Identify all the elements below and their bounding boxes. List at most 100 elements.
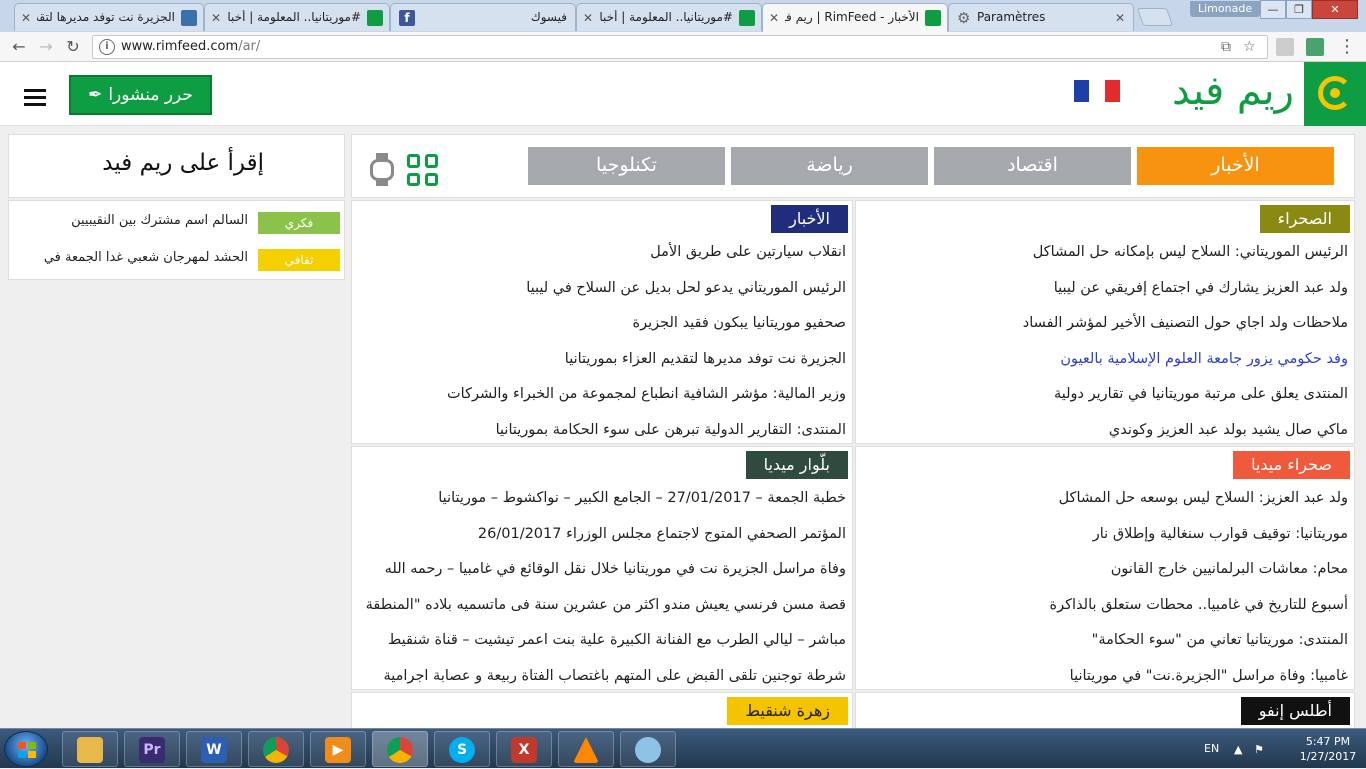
panel-title[interactable]: صحراء ميديا: [1233, 451, 1350, 479]
tab-close-icon[interactable]: ✕: [769, 11, 779, 25]
taskbar-explorer[interactable]: [62, 731, 118, 767]
hamburger-menu-icon[interactable]: [24, 89, 46, 107]
news-link[interactable]: المؤتمر الصحفي المتوج لاجتماع مجلس الوزر…: [358, 521, 846, 557]
taskbar-app-x[interactable]: X: [496, 731, 552, 767]
tab-close-icon[interactable]: ✕: [1115, 11, 1125, 25]
french-flag-icon[interactable]: [1074, 80, 1120, 102]
extension-icon[interactable]: [1276, 38, 1294, 56]
news-link[interactable]: أسبوع للتاريخ في غامبيا.. محطات ستعلق با…: [862, 592, 1348, 628]
category-tag[interactable]: فكري: [258, 212, 340, 234]
grid-view-icon[interactable]: [407, 154, 439, 186]
news-link[interactable]: قصة مسن فرنسي يعيش مندو اكثر من عشرين سن…: [358, 592, 846, 628]
taskbar-chrome[interactable]: [248, 731, 304, 767]
premiere-icon: Pr: [139, 737, 165, 763]
tab-economy[interactable]: اقتصاد: [934, 147, 1131, 185]
panel-title[interactable]: بلّوار ميديا: [745, 451, 848, 479]
tab-sports[interactable]: رياضة: [731, 147, 928, 185]
list-item[interactable]: ثقافي الحشد لمهرجان شعبي غدا الجمعة في: [9, 244, 344, 274]
flag-tray-icon[interactable]: ⚑: [1254, 743, 1264, 756]
panel-title[interactable]: أطلس إنفو: [1240, 697, 1350, 725]
taskbar-skype[interactable]: S: [434, 731, 490, 767]
tab-title: الأخبار - RimFeed | ريم فيد: [785, 10, 919, 24]
news-link[interactable]: موريتانيا: توقيف قوارب سنغالية وإطلاق نا…: [862, 521, 1348, 557]
news-link[interactable]: المنتدى يعلق على مرتبة موريتانيا في تقار…: [862, 381, 1348, 417]
tab-parametres[interactable]: ⚙ Paramètres ✕: [948, 3, 1134, 31]
news-link[interactable]: الرئيس الموريتاني: السلاح ليس بإمكانه حل…: [862, 239, 1348, 275]
folder-icon: [77, 737, 103, 763]
taskbar-vlc[interactable]: [558, 731, 614, 767]
tab-mauritania-2[interactable]: #موريتانيا.. المعلومة | أخبار # ✕: [576, 3, 762, 31]
forward-arrow-icon[interactable]: →: [35, 36, 57, 58]
close-window-button[interactable]: ✕: [1312, 0, 1358, 19]
maximize-button[interactable]: ❐: [1286, 0, 1312, 19]
news-link[interactable]: وفد حكومي يزور جامعة العلوم الإسلامية با…: [862, 346, 1348, 382]
news-list: خطبة الجمعة – 27/01/2017 – الجامع الكبير…: [358, 485, 846, 698]
url-text[interactable]: www.rimfeed.com/ar/: [121, 39, 260, 54]
news-link[interactable]: محام: معاشات البرلمانيين خارج القانون: [862, 556, 1348, 592]
profile-badge[interactable]: Limonade: [1190, 1, 1261, 17]
tray-arrow-icon[interactable]: ▲: [1234, 743, 1242, 756]
category-tag[interactable]: ثقافي: [258, 249, 340, 271]
tab-title: الجزيرة نت توفد مديرها لتقديم: [37, 10, 175, 24]
tab-close-icon[interactable]: ✕: [21, 11, 31, 25]
panel-title[interactable]: زهرة شنقيط: [727, 697, 848, 725]
tab-close-icon[interactable]: ✕: [211, 11, 221, 25]
category-bar: الأخبار اقتصاد رياضة تكنلوجيا: [351, 134, 1355, 198]
info-icon[interactable]: i: [99, 39, 115, 55]
tab-aljazeera[interactable]: الجزيرة نت توفد مديرها لتقديم ✕: [14, 3, 204, 31]
news-link[interactable]: المنتدى: موريتانيا تعاني من "سوء الحكامة…: [862, 627, 1348, 663]
rimfeed-logo-icon[interactable]: [1304, 62, 1366, 126]
news-link[interactable]: ولد عبد العزيز: السلاح ليس بوسعه حل المش…: [862, 485, 1348, 521]
taskbar-media[interactable]: ▶: [310, 731, 366, 767]
news-link[interactable]: وزير المالية: مؤشر الشافية انطباع لمجموع…: [358, 381, 846, 417]
news-link[interactable]: الجزيرة نت توفد مديرها لتقديم العزاء بمو…: [358, 346, 846, 382]
watch-face: [370, 159, 394, 181]
item-text[interactable]: الحشد لمهرجان شعبي غدا الجمعة في: [44, 250, 248, 265]
news-link[interactable]: وفاة مراسل الجزيرة نت في موريتانيا خلال …: [358, 556, 846, 592]
site-logo-text[interactable]: ريم فيد: [1172, 68, 1295, 114]
site-header: ريم فيد حرر منشورا ✒: [0, 62, 1366, 126]
new-tab-button[interactable]: [1136, 8, 1174, 26]
news-link[interactable]: انقلاب سيارتين على طريق الأمل: [358, 239, 846, 275]
news-link[interactable]: ولد عبد العزيز يشارك في اجتماع إفريقي عن…: [862, 275, 1348, 311]
write-post-button[interactable]: حرر منشورا ✒: [69, 75, 212, 115]
list-item[interactable]: فكري السالم اسم مشترك بين النقيبيين: [9, 207, 344, 237]
news-link[interactable]: مباشر – ليالي الطرب مع الفنانة الكبيرة ع…: [358, 627, 846, 663]
item-text[interactable]: السالم اسم مشترك بين النقيبيين: [71, 213, 248, 228]
tab-news[interactable]: الأخبار: [1137, 147, 1334, 185]
page-content: ريم فيد حرر منشورا ✒ إقرأ على ريم فيد فك…: [0, 62, 1366, 728]
tab-title: Paramètres: [977, 10, 1046, 24]
minimize-button[interactable]: —: [1260, 0, 1286, 19]
system-clock[interactable]: 5:47 PM 1/27/2017: [1290, 734, 1366, 764]
logo-pane: [28, 742, 36, 749]
menu-dots-icon[interactable]: ⋮: [1336, 36, 1358, 58]
panel-title[interactable]: الصحراء: [1259, 205, 1350, 233]
tab-facebook[interactable]: f فيسوك: [390, 3, 576, 31]
tab-mauritania-1[interactable]: #موريتانيا.. المعلومة | أخبار #م ✕: [204, 3, 390, 31]
news-link[interactable]: صحفيو موريتانيا يبكون فقيد الجزيرة: [358, 310, 846, 346]
extension-icon[interactable]: [1306, 38, 1324, 56]
translate-icon[interactable]: ⧉: [1221, 39, 1231, 55]
address-bar[interactable]: i www.rimfeed.com/ar/ ⧉ ☆: [92, 35, 1268, 59]
taskbar-premiere[interactable]: Pr: [124, 731, 180, 767]
back-arrow-icon[interactable]: ←: [8, 36, 30, 58]
news-link[interactable]: ملاحظات ولد اجاي حول التصنيف الأخير لمؤش…: [862, 310, 1348, 346]
write-post-label: حرر منشورا: [108, 85, 193, 105]
taskbar-word[interactable]: W: [186, 731, 242, 767]
watch-icon[interactable]: [370, 153, 394, 186]
language-indicator[interactable]: EN: [1204, 742, 1219, 755]
star-icon[interactable]: ☆: [1243, 39, 1256, 55]
tab-favicon-icon: [739, 10, 755, 26]
clock-date: 1/27/2017: [1299, 750, 1357, 763]
taskbar-paint[interactable]: [620, 731, 676, 767]
news-link[interactable]: الرئيس الموريتاني يدعو لحل بديل عن السلا…: [358, 275, 846, 311]
tab-rimfeed[interactable]: الأخبار - RimFeed | ريم فيد ✕: [762, 3, 948, 32]
panel-title[interactable]: الأخبار: [771, 205, 848, 233]
taskbar-chrome-active[interactable]: [372, 731, 428, 767]
news-link[interactable]: خطبة الجمعة – 27/01/2017 – الجامع الكبير…: [358, 485, 846, 521]
start-button[interactable]: [4, 731, 48, 767]
reload-icon[interactable]: ↻: [62, 36, 84, 58]
tab-technology[interactable]: تكنلوجيا: [528, 147, 725, 185]
facebook-icon: f: [399, 10, 415, 26]
tab-close-icon[interactable]: ✕: [583, 11, 593, 25]
